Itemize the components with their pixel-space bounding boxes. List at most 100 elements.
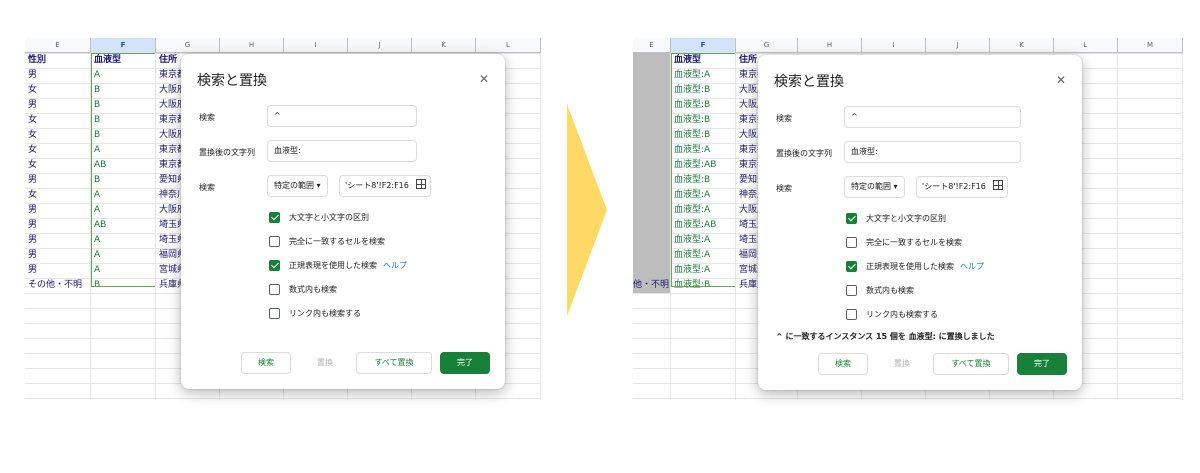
table-cell[interactable] — [633, 233, 671, 248]
table-cell[interactable] — [633, 218, 671, 233]
replace-input[interactable]: 血液型: — [267, 140, 417, 162]
table-cell[interactable] — [633, 98, 671, 113]
table-cell[interactable]: 男 — [25, 248, 91, 263]
help-link[interactable]: ヘルプ — [383, 260, 407, 271]
table-cell[interactable]: 血液型:AB — [671, 218, 736, 233]
table-cell[interactable]: 血液型:B — [671, 83, 736, 98]
column-header-f[interactable]: F — [671, 38, 736, 53]
table-cell[interactable]: 女 — [25, 128, 91, 143]
column-header-m[interactable]: M — [1118, 38, 1183, 53]
range-input[interactable]: 'シート8'!F2:F16 — [916, 176, 1008, 198]
replace-all-button[interactable]: すべて置換 — [356, 352, 432, 374]
option-4[interactable]: 数式内も検索 — [846, 285, 914, 296]
close-icon[interactable]: ✕ — [479, 72, 489, 86]
table-cell[interactable]: 血液型:AB — [671, 158, 736, 173]
table-cell[interactable]: 女 — [25, 158, 91, 173]
help-link[interactable]: ヘルプ — [960, 261, 984, 272]
replace-button[interactable]: 置換 — [300, 352, 350, 374]
column-header-i[interactable]: I — [862, 38, 926, 53]
table-cell[interactable]: 血液型:B — [671, 113, 736, 128]
table-cell[interactable]: 女 — [25, 188, 91, 203]
column-header-g[interactable]: G — [156, 38, 220, 53]
checked-checkbox-icon[interactable] — [269, 260, 280, 271]
column-header-k[interactable]: K — [412, 38, 476, 53]
table-cell[interactable] — [633, 158, 671, 173]
table-cell[interactable]: B — [91, 98, 156, 113]
table-cell[interactable]: 男 — [25, 173, 91, 188]
table-cell[interactable]: その他・不明 — [25, 278, 91, 293]
table-cell[interactable]: A — [91, 188, 156, 203]
table-cell[interactable]: 男 — [25, 233, 91, 248]
table-cell[interactable]: 女 — [25, 83, 91, 98]
checkbox-icon[interactable] — [846, 309, 857, 320]
column-header-e[interactable]: E — [633, 38, 671, 53]
column-header-j[interactable]: J — [926, 38, 990, 53]
search-input[interactable]: ^ — [267, 105, 417, 127]
table-cell[interactable]: B — [91, 83, 156, 98]
table-cell[interactable]: A — [91, 233, 156, 248]
grid-icon[interactable] — [416, 179, 426, 189]
done-button[interactable]: 完了 — [1017, 353, 1067, 375]
option-3[interactable]: 正規表現を使用した検索 ヘルプ — [846, 261, 984, 272]
table-cell[interactable]: 血液型:A — [671, 188, 736, 203]
column-header-l[interactable]: L — [476, 38, 541, 53]
replace-button[interactable]: 置換 — [877, 353, 927, 375]
table-cell[interactable] — [633, 128, 671, 143]
done-button[interactable]: 完了 — [440, 352, 490, 374]
header-cell[interactable]: 性別 — [25, 53, 91, 68]
option-4[interactable]: 数式内も検索 — [269, 284, 337, 295]
table-cell[interactable] — [633, 263, 671, 278]
table-cell[interactable]: 女 — [25, 113, 91, 128]
option-3[interactable]: 正規表現を使用した検索 ヘルプ — [269, 260, 407, 271]
table-cell[interactable]: 血液型:A — [671, 263, 736, 278]
table-cell[interactable] — [633, 68, 671, 83]
header-cell[interactable]: 血液型 — [671, 53, 736, 68]
option-1[interactable]: 大文字と小文字の区別 — [846, 213, 946, 224]
table-cell[interactable] — [633, 143, 671, 158]
checked-checkbox-icon[interactable] — [846, 213, 857, 224]
table-cell[interactable]: 血液型:A — [671, 143, 736, 158]
column-header-g[interactable]: G — [736, 38, 798, 53]
option-1[interactable]: 大文字と小文字の区別 — [269, 212, 369, 223]
table-cell[interactable]: A — [91, 248, 156, 263]
column-header-h[interactable]: H — [798, 38, 862, 53]
table-cell[interactable]: 血液型:B — [671, 128, 736, 143]
table-cell[interactable]: B — [91, 173, 156, 188]
table-cell[interactable]: 男 — [25, 263, 91, 278]
checkbox-icon[interactable] — [269, 284, 280, 295]
table-cell[interactable]: A — [91, 143, 156, 158]
table-cell[interactable]: B — [91, 278, 156, 293]
find-button[interactable]: 検索 — [818, 353, 868, 375]
checkbox-icon[interactable] — [269, 308, 280, 319]
table-cell[interactable]: 血液型:B — [671, 98, 736, 113]
scope-dropdown[interactable]: 特定の範囲 ▾ — [267, 175, 328, 197]
column-header-e[interactable]: E — [25, 38, 91, 53]
checked-checkbox-icon[interactable] — [269, 212, 280, 223]
table-cell[interactable]: 他・不明 — [633, 278, 671, 293]
table-cell[interactable]: A — [91, 68, 156, 83]
table-cell[interactable]: A — [91, 203, 156, 218]
option-5[interactable]: リンク内も検索する — [269, 308, 361, 319]
table-cell[interactable] — [633, 188, 671, 203]
option-2[interactable]: 完全に一致するセルを検索 — [269, 236, 385, 247]
option-5[interactable]: リンク内も検索する — [846, 309, 938, 320]
header-cell[interactable] — [633, 53, 671, 68]
table-cell[interactable]: 血液型:A — [671, 203, 736, 218]
table-cell[interactable]: 血液型:A — [671, 233, 736, 248]
table-cell[interactable]: 女 — [25, 143, 91, 158]
checkbox-icon[interactable] — [846, 237, 857, 248]
checkbox-icon[interactable] — [846, 285, 857, 296]
column-header-l[interactable]: L — [1054, 38, 1118, 53]
column-header-i[interactable]: I — [284, 38, 348, 53]
table-cell[interactable] — [633, 248, 671, 263]
column-header-k[interactable]: K — [990, 38, 1054, 53]
table-cell[interactable]: AB — [91, 218, 156, 233]
option-2[interactable]: 完全に一致するセルを検索 — [846, 237, 962, 248]
table-cell[interactable]: 男 — [25, 203, 91, 218]
grid-icon[interactable] — [993, 180, 1003, 190]
table-cell[interactable] — [633, 113, 671, 128]
table-cell[interactable]: B — [91, 113, 156, 128]
header-cell[interactable]: 血液型 — [91, 53, 156, 68]
table-cell[interactable]: 血液型:B — [671, 278, 736, 293]
scope-dropdown[interactable]: 特定の範囲 ▾ — [844, 176, 905, 198]
